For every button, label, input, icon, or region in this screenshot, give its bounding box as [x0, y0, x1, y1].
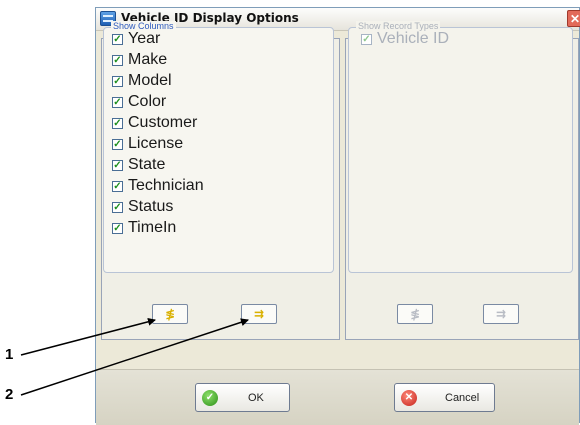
checkbox-customer-label: Customer: [128, 114, 198, 131]
cancel-button[interactable]: ✕ Cancel: [394, 383, 495, 412]
checkbox-vehicle-id-label: Vehicle ID: [377, 30, 450, 47]
close-icon: ✕: [401, 389, 417, 406]
button-bar: [96, 369, 579, 425]
select-all-record-types-button[interactable]: ≸: [397, 304, 433, 324]
checkbox-license-box[interactable]: ✓: [112, 138, 123, 150]
checkbox-customer-box[interactable]: ✓: [112, 117, 123, 129]
close-button[interactable]: ✕: [567, 10, 580, 27]
checkbox-make-label: Make: [128, 51, 168, 68]
check-icon: ✓: [202, 389, 218, 406]
checkbox-customer[interactable]: ✓ Customer: [112, 113, 197, 133]
select-all-columns-button[interactable]: ≸: [152, 304, 188, 324]
select-all-icon: ≸: [164, 307, 176, 321]
checkbox-technician-label: Technician: [128, 177, 204, 194]
checkbox-status-label: Status: [128, 198, 174, 215]
checkbox-model-label: Model: [128, 72, 172, 89]
checkbox-status[interactable]: ✓ Status: [112, 197, 173, 217]
checkbox-status-box[interactable]: ✓: [112, 201, 123, 213]
checkbox-state[interactable]: ✓ State: [112, 155, 165, 175]
dialog-window: Vehicle ID Display Options ✕ Show Column…: [95, 7, 580, 425]
checkbox-license-label: License: [128, 135, 184, 152]
deselect-all-icon: ⇉: [253, 307, 265, 321]
ok-label: OK: [248, 391, 264, 404]
ok-button[interactable]: ✓ OK: [195, 383, 290, 412]
checkbox-year[interactable]: ✓ Year: [112, 29, 160, 49]
show-columns-group: Show Columns ✓ Year ✓ Make ✓ Model ✓ Col…: [103, 21, 334, 273]
checkbox-color-label: Color: [128, 93, 167, 110]
deselect-all-columns-button[interactable]: ⇉: [241, 304, 277, 324]
checkbox-timein[interactable]: ✓ TimeIn: [112, 218, 176, 238]
cancel-label: Cancel: [445, 391, 480, 404]
deselect-all-record-types-button[interactable]: ⇉: [483, 304, 519, 324]
checkbox-technician-box[interactable]: ✓: [112, 180, 123, 192]
checkbox-technician[interactable]: ✓ Technician: [112, 176, 204, 196]
checkbox-year-label: Year: [128, 30, 161, 47]
select-all-icon: ≸: [409, 307, 421, 321]
checkbox-timein-label: TimeIn: [128, 219, 177, 236]
checkbox-state-box[interactable]: ✓: [112, 159, 123, 171]
checkbox-timein-box[interactable]: ✓: [112, 222, 123, 234]
deselect-all-icon: ⇉: [495, 307, 507, 321]
callout-1: 1: [5, 346, 14, 363]
checkbox-model-box[interactable]: ✓: [112, 75, 123, 87]
checkbox-color[interactable]: ✓ Color: [112, 92, 166, 112]
checkbox-year-box[interactable]: ✓: [112, 33, 123, 45]
checkbox-color-box[interactable]: ✓: [112, 96, 123, 108]
show-record-types-group: Show Record Types ✓ Vehicle ID: [348, 21, 573, 273]
callout-2: 2: [5, 386, 14, 403]
checkbox-model[interactable]: ✓ Model: [112, 71, 172, 91]
checkbox-make[interactable]: ✓ Make: [112, 50, 167, 70]
checkbox-license[interactable]: ✓ License: [112, 134, 183, 154]
checkbox-make-box[interactable]: ✓: [112, 54, 123, 66]
checkbox-state-label: State: [128, 156, 166, 173]
checkbox-vehicle-id-box[interactable]: ✓: [361, 33, 372, 45]
checkbox-vehicle-id[interactable]: ✓ Vehicle ID: [361, 29, 449, 49]
